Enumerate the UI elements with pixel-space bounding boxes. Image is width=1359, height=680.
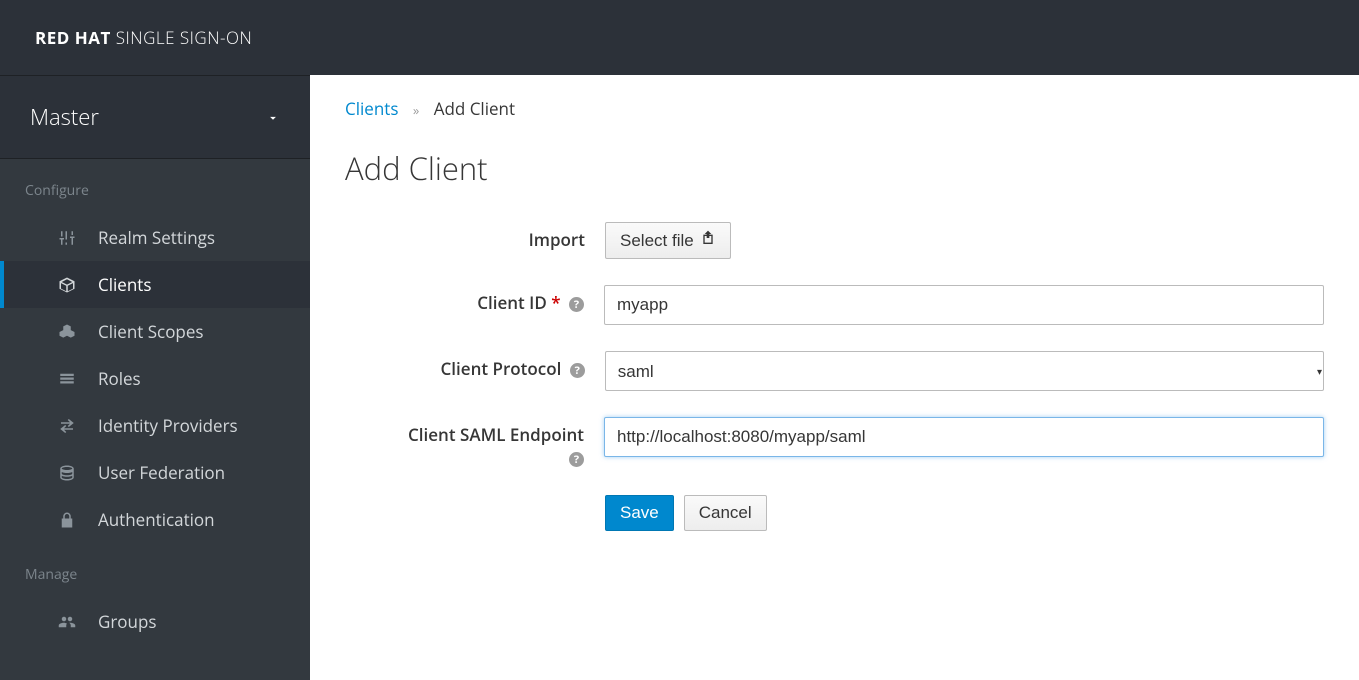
saml-endpoint-input[interactable] bbox=[604, 417, 1324, 457]
sidebar-item-realm-settings[interactable]: Realm Settings bbox=[0, 214, 310, 261]
sidebar-item-identity-providers[interactable]: Identity Providers bbox=[0, 402, 310, 449]
label-import: Import bbox=[345, 222, 605, 251]
save-button[interactable]: Save bbox=[605, 495, 674, 531]
app-logo: RED HAT SINGLE SIGN-ON bbox=[35, 26, 252, 49]
nav-label: User Federation bbox=[98, 461, 225, 484]
breadcrumb: Clients » Add Client bbox=[345, 97, 1324, 120]
exchange-icon bbox=[56, 417, 78, 435]
breadcrumb-separator: » bbox=[413, 101, 419, 119]
nav-label: Groups bbox=[98, 610, 156, 633]
form-row-client-protocol: Client Protocol ? openid-connectsaml ▾ bbox=[345, 351, 1324, 391]
main-content: Clients » Add Client Add Client Import S… bbox=[310, 75, 1359, 553]
help-icon[interactable]: ? bbox=[569, 297, 584, 312]
required-marker: * bbox=[551, 291, 560, 314]
label-saml-endpoint: Client SAML Endpoint ? bbox=[345, 417, 604, 469]
section-configure-label: Configure bbox=[0, 159, 310, 214]
nav-label: Realm Settings bbox=[98, 226, 215, 249]
cancel-button[interactable]: Cancel bbox=[684, 495, 767, 531]
sidebar-item-user-federation[interactable]: User Federation bbox=[0, 449, 310, 496]
sidebar-item-authentication[interactable]: Authentication bbox=[0, 496, 310, 543]
nav-label: Client Scopes bbox=[98, 320, 203, 343]
section-manage-label: Manage bbox=[0, 543, 310, 598]
form-row-saml-endpoint: Client SAML Endpoint ? bbox=[345, 417, 1324, 469]
sidebar: Master Configure Realm Settings Clients … bbox=[0, 75, 310, 680]
database-icon bbox=[56, 464, 78, 482]
client-protocol-select[interactable]: openid-connectsaml bbox=[605, 351, 1324, 391]
cube-icon bbox=[56, 276, 78, 294]
select-file-button[interactable]: Select file bbox=[605, 222, 731, 259]
sidebar-item-roles[interactable]: Roles bbox=[0, 355, 310, 402]
app-header: RED HAT SINGLE SIGN-ON bbox=[0, 0, 1359, 75]
logo-product: SINGLE SIGN-ON bbox=[116, 26, 252, 49]
page-title: Add Client bbox=[345, 148, 1324, 190]
chevron-down-icon bbox=[266, 102, 280, 132]
sliders-icon bbox=[56, 229, 78, 247]
cubes-icon bbox=[56, 323, 78, 341]
list-icon bbox=[56, 370, 78, 388]
form-row-client-id: Client ID * ? bbox=[345, 285, 1324, 325]
form-row-import: Import Select file bbox=[345, 222, 1324, 259]
sidebar-item-client-scopes[interactable]: Client Scopes bbox=[0, 308, 310, 355]
import-icon bbox=[700, 230, 716, 251]
breadcrumb-link-clients[interactable]: Clients bbox=[345, 97, 398, 120]
sidebar-item-clients[interactable]: Clients bbox=[0, 261, 310, 308]
client-id-input[interactable] bbox=[604, 285, 1324, 325]
realm-name: Master bbox=[30, 102, 99, 132]
users-icon bbox=[56, 613, 78, 631]
nav-label: Roles bbox=[98, 367, 141, 390]
breadcrumb-current: Add Client bbox=[434, 97, 515, 120]
realm-selector[interactable]: Master bbox=[0, 76, 310, 159]
form-actions: Save Cancel bbox=[605, 495, 1324, 531]
lock-icon bbox=[56, 511, 78, 529]
nav-label: Identity Providers bbox=[98, 414, 238, 437]
logo-brand: RED HAT bbox=[35, 26, 111, 49]
label-client-id: Client ID * ? bbox=[345, 285, 604, 314]
label-client-protocol: Client Protocol ? bbox=[345, 351, 605, 380]
nav-label: Authentication bbox=[98, 508, 215, 531]
help-icon[interactable]: ? bbox=[569, 452, 584, 467]
sidebar-item-groups[interactable]: Groups bbox=[0, 598, 310, 645]
nav-label: Clients bbox=[98, 273, 151, 296]
help-icon[interactable]: ? bbox=[570, 363, 585, 378]
select-file-label: Select file bbox=[620, 231, 694, 251]
